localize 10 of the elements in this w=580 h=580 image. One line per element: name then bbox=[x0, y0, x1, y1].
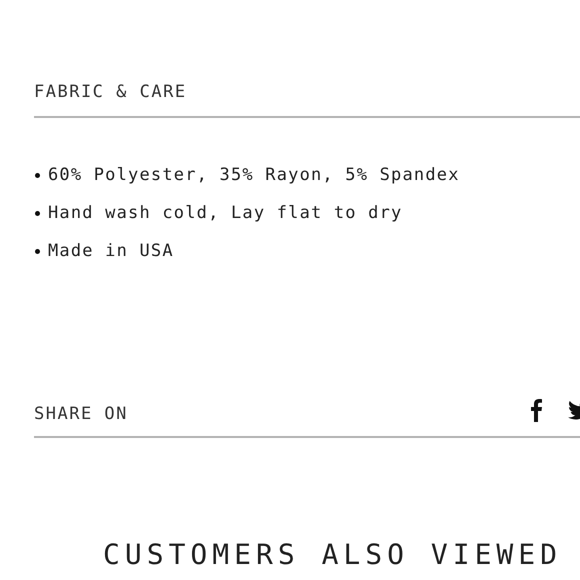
section-title: SHARE ON bbox=[34, 404, 128, 424]
care-text: Made in USA bbox=[48, 241, 174, 261]
care-text: Hand wash cold, Lay flat to dry bbox=[48, 203, 402, 223]
bullet-icon bbox=[35, 210, 40, 216]
care-text: 60% Polyester, 35% Rayon, 5% Spandex bbox=[48, 165, 460, 185]
section-title: FABRIC & CARE bbox=[34, 82, 187, 102]
bullet-icon bbox=[35, 248, 40, 254]
facebook-icon[interactable] bbox=[530, 398, 542, 422]
section-heading: CUSTOMERS ALSO VIEWED bbox=[103, 538, 562, 571]
bullet-icon bbox=[35, 172, 40, 178]
